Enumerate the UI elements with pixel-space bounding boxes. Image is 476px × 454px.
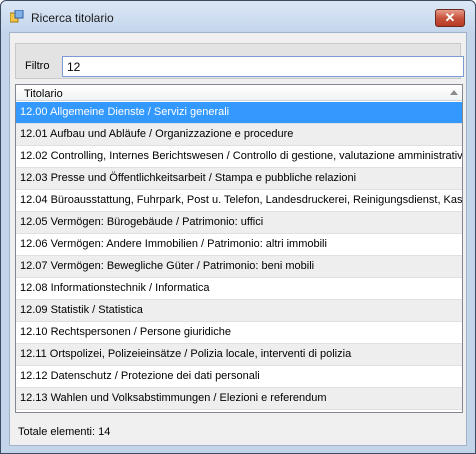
dialog-window: Ricerca titolario ✕ Filtro Titolario 12.…: [0, 0, 476, 454]
list-row[interactable]: 12.13 Wahlen und Volksabstimmungen / Ele…: [16, 388, 462, 410]
list-row[interactable]: 12.10 Rechtspersonen / Persone giuridich…: [16, 322, 462, 344]
list-row[interactable]: 12.06 Vermögen: Andere Immobilien / Patr…: [16, 234, 462, 256]
total-items-label: Totale elementi: 14: [18, 426, 111, 438]
titolario-list[interactable]: Titolario 12.00 Allgemeine Dienste / Ser…: [15, 84, 463, 413]
list-row[interactable]: 12.04 Büroausstattung, Fuhrpark, Post u.…: [16, 190, 462, 212]
list-row[interactable]: 12.03 Presse und Öffentlichkeitsarbeit /…: [16, 168, 462, 190]
close-button[interactable]: ✕: [435, 9, 465, 27]
window-title: Ricerca titolario: [31, 11, 114, 25]
list-row[interactable]: 12.00 Allgemeine Dienste / Servizi gener…: [16, 102, 462, 124]
sort-ascending-icon: [450, 90, 458, 95]
list-rows: 12.00 Allgemeine Dienste / Servizi gener…: [16, 102, 462, 410]
list-row[interactable]: 12.11 Ortspolizei, Polizeieinsätze / Pol…: [16, 344, 462, 366]
dialog-body: Filtro Titolario 12.00 Allgemeine Dienst…: [9, 32, 467, 446]
app-icon: [10, 10, 24, 23]
filter-label: Filtro: [25, 60, 50, 72]
list-row[interactable]: 12.01 Aufbau und Abläufe / Organizzazion…: [16, 124, 462, 146]
filter-panel: Filtro: [15, 43, 464, 79]
list-row[interactable]: 12.02 Controlling, Internes Berichtswese…: [16, 146, 462, 168]
list-row[interactable]: 12.08 Informationstechnik / Informatica: [16, 278, 462, 300]
list-row[interactable]: 12.12 Datenschutz / Protezione dei dati …: [16, 366, 462, 388]
column-header-label: Titolario: [24, 88, 63, 100]
column-header-titolario[interactable]: Titolario: [16, 85, 462, 101]
list-row[interactable]: 12.07 Vermögen: Bewegliche Güter / Patri…: [16, 256, 462, 278]
title-bar[interactable]: Ricerca titolario ✕: [1, 1, 475, 31]
filter-input[interactable]: [62, 56, 464, 77]
list-row[interactable]: 12.09 Statistik / Statistica: [16, 300, 462, 322]
list-row[interactable]: 12.05 Vermögen: Bürogebäude / Patrimonio…: [16, 212, 462, 234]
